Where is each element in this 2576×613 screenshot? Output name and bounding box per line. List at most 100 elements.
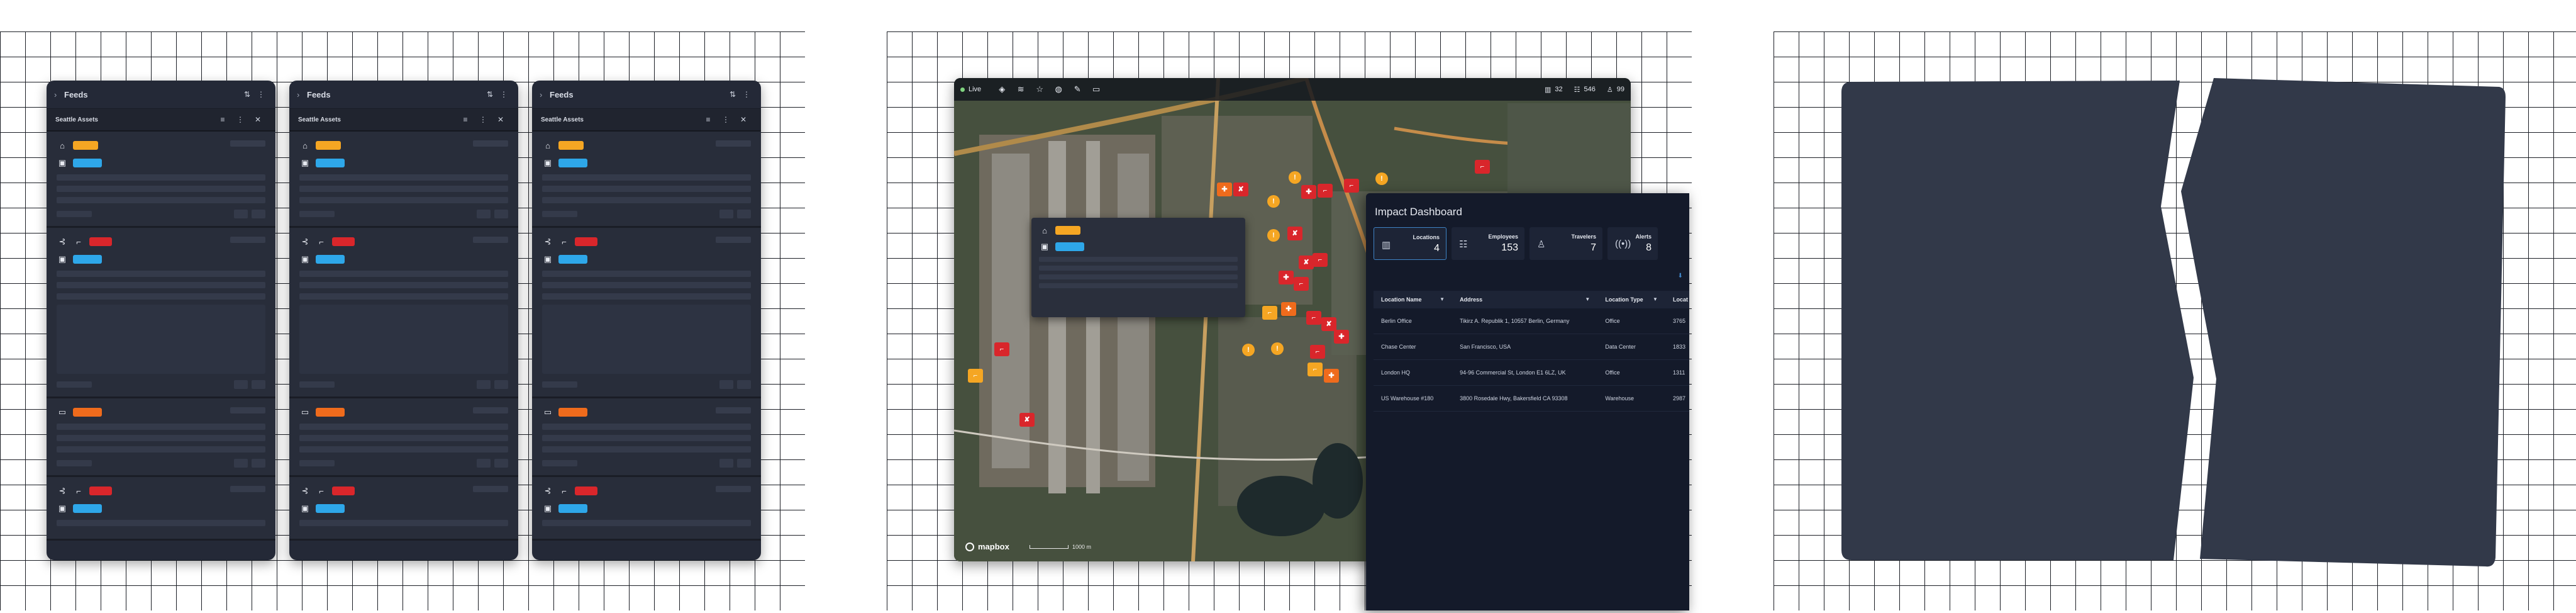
layers-icon[interactable]: ◈ — [992, 84, 1011, 94]
filter-icon[interactable]: ≡ — [457, 115, 474, 124]
alert-marker[interactable]: ! — [1267, 229, 1280, 242]
alert-marker[interactable]: ! — [1289, 171, 1301, 184]
action-button[interactable] — [252, 210, 265, 218]
action-button[interactable] — [737, 459, 751, 468]
filter-icon[interactable]: ≡ — [214, 115, 231, 124]
close-icon[interactable]: ✕ — [735, 115, 752, 124]
alert-marker[interactable]: ! — [1242, 344, 1255, 356]
feed-card[interactable]: ⊰ ⌐ ▣ — [47, 477, 275, 541]
feed-card[interactable]: ⌂ ▣ — [532, 132, 761, 228]
feed-card[interactable]: ⌂ ▣ — [47, 132, 275, 228]
action-button[interactable] — [494, 210, 508, 218]
alert-marker[interactable]: ⌐ — [1318, 184, 1333, 198]
action-button[interactable] — [234, 210, 248, 218]
screen-icon[interactable]: ▭ — [1087, 84, 1106, 94]
alert-marker[interactable]: ✘ — [1287, 227, 1302, 240]
action-button[interactable] — [719, 459, 733, 468]
sort-icon[interactable]: ⇅ — [240, 90, 254, 99]
action-button[interactable] — [252, 459, 265, 468]
more-vertical-icon[interactable]: ⋮ — [254, 90, 268, 99]
action-button[interactable] — [494, 380, 508, 389]
alert-marker[interactable]: ⌐ — [1313, 253, 1328, 267]
action-button[interactable] — [494, 459, 508, 468]
stat-travelers[interactable]: ♙ 99 — [1607, 86, 1624, 94]
sort-icon[interactable]: ⇅ — [483, 90, 497, 99]
alert-marker[interactable]: ⌐ — [1475, 160, 1490, 174]
alert-marker[interactable]: ⌐ — [994, 342, 1009, 356]
action-button[interactable] — [234, 459, 248, 468]
alert-marker[interactable]: ✘ — [1321, 317, 1336, 331]
action-button[interactable] — [234, 380, 248, 389]
stat-employees[interactable]: ☷ 546 — [1574, 86, 1596, 94]
action-button[interactable] — [252, 380, 265, 389]
alert-marker[interactable]: ✚ — [1281, 302, 1296, 316]
alert-marker[interactable]: ⌐ — [1306, 311, 1321, 325]
column-header[interactable]: Address ▼ — [1452, 291, 1598, 308]
column-header[interactable]: Location Name ▼ — [1374, 291, 1453, 308]
feed-card[interactable]: ⊰ ⌐ ▣ — [289, 228, 518, 398]
alert-marker[interactable]: ⌐ — [1262, 306, 1277, 320]
feed-card[interactable]: ⊰ ⌐ ▣ — [47, 228, 275, 398]
chevron-right-icon[interactable]: › — [540, 90, 550, 99]
feed-card[interactable]: ⊰ ⌐ ▣ — [289, 477, 518, 541]
more-vertical-icon[interactable]: ⋮ — [497, 90, 511, 99]
pen-icon[interactable]: ✎ — [1068, 84, 1087, 94]
column-header[interactable]: Location Type ▼ — [1597, 291, 1665, 308]
mapbox-logo[interactable]: mapbox — [965, 542, 1009, 551]
chevron-right-icon[interactable]: › — [297, 90, 307, 99]
close-icon[interactable]: ✕ — [492, 115, 509, 124]
alert-marker[interactable]: ⌐ — [1344, 179, 1359, 193]
table-row[interactable]: London HQ 94-96 Commercial St, London E1 … — [1374, 359, 1689, 386]
alert-marker[interactable]: ✚ — [1324, 369, 1339, 383]
stack-icon[interactable]: ≋ — [1011, 84, 1030, 94]
feed-card[interactable]: ▭ — [47, 398, 275, 477]
feed-card[interactable]: ▭ — [289, 398, 518, 477]
globe-icon[interactable]: ◍ — [1049, 84, 1068, 94]
feed-card[interactable]: ⌂ ▣ — [289, 132, 518, 228]
alert-marker[interactable]: ⌐ — [968, 369, 983, 383]
feed-card[interactable]: ⊰ ⌐ ▣ — [532, 228, 761, 398]
table-row[interactable]: US Warehouse #180 3800 Rosedale Hwy, Bake… — [1374, 385, 1689, 412]
kpi-alerts[interactable]: ((•)) Alerts 8 — [1607, 227, 1658, 260]
alert-marker[interactable]: ✘ — [1299, 256, 1314, 269]
alert-marker[interactable]: ⌐ — [1310, 345, 1325, 359]
kpi-locations[interactable]: ▥ Locations 4 — [1374, 227, 1446, 260]
filter-icon[interactable]: ≡ — [699, 115, 717, 124]
action-button[interactable] — [719, 380, 733, 389]
chevron-right-icon[interactable]: › — [54, 90, 64, 99]
more-vertical-icon[interactable]: ⋮ — [474, 115, 492, 124]
table-row[interactable]: Chase Center San Francisco, USA Data Cente… — [1374, 334, 1689, 360]
download-icon[interactable]: ⬇ — [1678, 273, 1683, 279]
close-icon[interactable]: ✕ — [249, 115, 267, 124]
action-button[interactable] — [719, 210, 733, 218]
alert-marker[interactable]: ⌐ — [1294, 277, 1309, 291]
live-indicator[interactable]: Live — [960, 86, 981, 93]
column-header[interactable]: Locat — [1665, 291, 1689, 308]
alert-marker[interactable]: ✘ — [1233, 183, 1248, 196]
alert-marker[interactable]: ! — [1267, 195, 1280, 208]
kpi-employees[interactable]: ☷ Employees 153 — [1452, 227, 1524, 260]
action-button[interactable] — [477, 459, 491, 468]
alert-marker[interactable]: ! — [1271, 342, 1284, 355]
star-icon[interactable]: ☆ — [1030, 84, 1049, 94]
alert-marker[interactable]: ✚ — [1301, 185, 1316, 199]
more-vertical-icon[interactable]: ⋮ — [717, 115, 735, 124]
alert-marker[interactable]: ⌐ — [1307, 363, 1323, 376]
sort-icon[interactable]: ⇅ — [726, 90, 740, 99]
feed-card[interactable]: ▭ — [532, 398, 761, 477]
stat-locations[interactable]: ▥ 32 — [1545, 86, 1563, 94]
more-vertical-icon[interactable]: ⋮ — [740, 90, 753, 99]
feed-card[interactable]: ⊰ ⌐ ▣ — [532, 477, 761, 541]
action-button[interactable] — [477, 380, 491, 389]
kpi-travelers[interactable]: ♙ Travelers 7 — [1530, 227, 1602, 260]
action-button[interactable] — [737, 380, 751, 389]
map-popup[interactable]: ⌂ ▣ — [1031, 218, 1245, 317]
alert-marker[interactable]: ✚ — [1334, 330, 1349, 344]
action-button[interactable] — [737, 210, 751, 218]
sort-desc-icon[interactable]: ▼ — [1585, 296, 1590, 302]
action-button[interactable] — [477, 210, 491, 218]
alert-marker[interactable]: ✘ — [1019, 413, 1035, 427]
table-row[interactable]: Berlin Office Tikirz A. Republik 1, 10557… — [1374, 308, 1689, 334]
alert-marker[interactable]: ✚ — [1217, 183, 1232, 196]
sort-desc-icon[interactable]: ▼ — [1440, 296, 1445, 302]
